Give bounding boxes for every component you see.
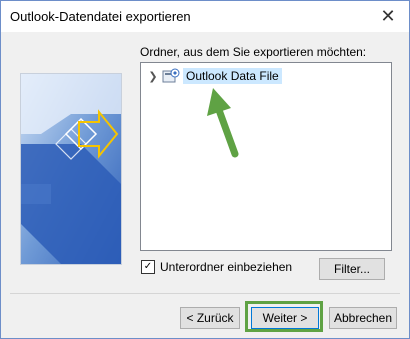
- cancel-button[interactable]: Abbrechen: [329, 307, 397, 329]
- close-icon[interactable]: ✕: [376, 5, 400, 27]
- next-button[interactable]: Weiter >: [251, 307, 319, 329]
- expand-chevron-icon[interactable]: ❯: [147, 70, 159, 83]
- data-file-icon: [162, 68, 180, 83]
- title-bar: Outlook-Datendatei exportieren ✕: [1, 1, 409, 32]
- green-arrow-annotation-icon: [207, 88, 239, 158]
- wizard-banner-image: [20, 73, 122, 265]
- window-title: Outlook-Datendatei exportieren: [10, 9, 191, 24]
- include-subfolders-label[interactable]: Unterordner einbeziehen: [160, 260, 292, 274]
- folder-prompt-label: Ordner, aus dem Sie exportieren möchten:: [140, 45, 367, 59]
- back-button[interactable]: < Zurück: [180, 307, 240, 329]
- folder-tree[interactable]: ❯ Outlook Data File: [140, 62, 392, 251]
- filter-button[interactable]: Filter...: [319, 258, 385, 280]
- include-subfolders-row[interactable]: ✓ Unterordner einbeziehen: [141, 260, 292, 274]
- include-subfolders-checkbox[interactable]: ✓: [141, 260, 155, 274]
- footer-divider: [10, 293, 400, 294]
